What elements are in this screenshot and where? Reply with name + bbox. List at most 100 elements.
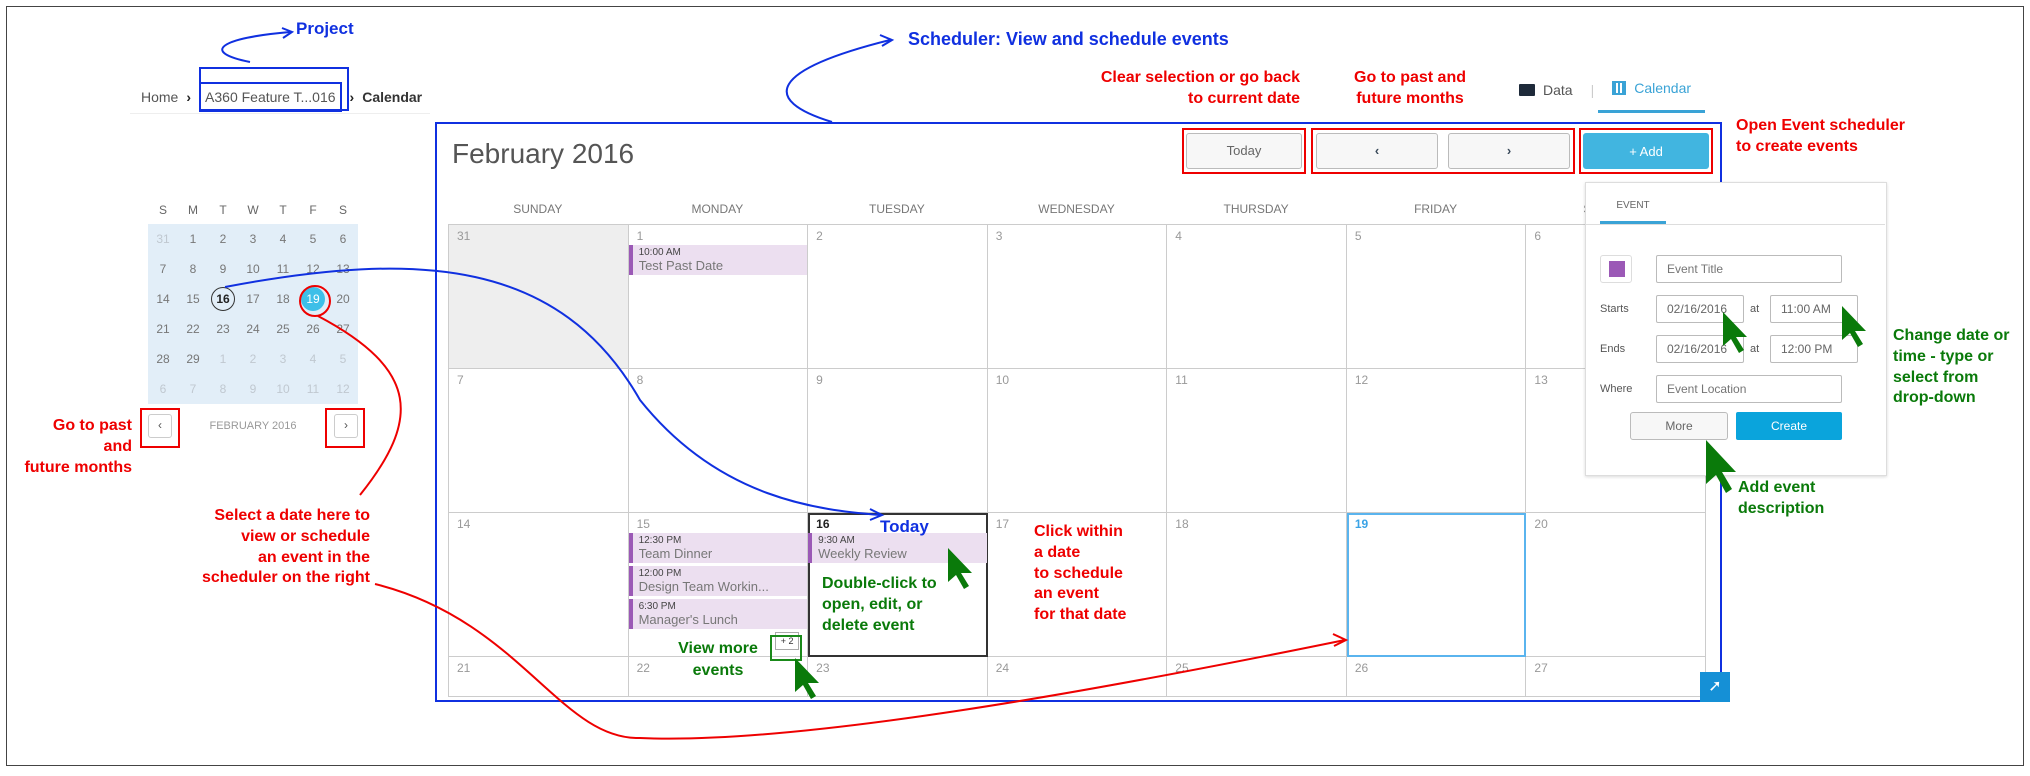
mini-day[interactable]: 6 [328,224,358,254]
event-item[interactable]: 10:00 AM Test Past Date [628,245,808,275]
mini-day[interactable]: 11 [268,254,298,284]
create-button[interactable]: Create [1736,412,1842,440]
mini-day[interactable]: 27 [328,314,358,344]
day-number: 3 [995,229,1003,243]
day-cell[interactable]: 4 [1167,225,1347,369]
mini-day[interactable]: 4 [268,224,298,254]
mini-day[interactable]: 29 [178,344,208,374]
mini-day[interactable]: 26 [298,314,328,344]
mini-day-today[interactable]: 16 [208,284,238,314]
help-widget-button[interactable]: ➚ [1700,672,1730,702]
mini-day-number: 10 [246,262,260,276]
day-cell[interactable]: 9 [808,369,988,513]
mini-day[interactable]: 1 [208,344,238,374]
mini-day[interactable]: 3 [238,224,268,254]
mini-day[interactable]: 14 [148,284,178,314]
mini-day[interactable]: 24 [238,314,268,344]
mini-day[interactable]: 10 [238,254,268,284]
mini-day[interactable]: 8 [208,374,238,404]
mini-day[interactable]: 9 [238,374,268,404]
mini-day[interactable]: 7 [178,374,208,404]
event-item[interactable]: 12:00 PM Design Team Workin... [628,566,808,596]
day-cell-selected[interactable]: 19 [1346,513,1527,657]
more-button[interactable]: More [1630,412,1728,440]
mini-day[interactable]: 17 [238,284,268,314]
mini-weekday: T [219,203,227,217]
day-number: 31 [457,229,471,243]
event-item[interactable]: 6:30 PM Manager's Lunch [628,599,808,629]
day-cell[interactable]: 15 12:30 PM Team Dinner 12:00 PM Design Team… [628,513,809,657]
day-cell[interactable]: 3 [987,225,1168,369]
month-grid: 31 1 10:00 AM Test Past Date 2 3 4 5 6 7 8 9 10 11 12 1… [448,224,1706,697]
mini-day[interactable]: 2 [238,344,268,374]
day-cell[interactable]: 11 [1167,369,1347,513]
mini-day[interactable]: 7 [148,254,178,284]
mini-day[interactable]: 12 [328,374,358,404]
day-cell[interactable]: 31 [449,225,629,369]
annotation-today: Today [880,517,929,536]
event-location-input[interactable] [1656,375,1842,403]
mini-day-selected[interactable]: 19 [298,284,328,314]
mini-day[interactable]: 5 [298,224,328,254]
mini-day[interactable]: 31 [148,224,178,254]
view-more-events-button[interactable]: + 2 [775,632,800,650]
mini-day[interactable]: 4 [298,344,328,374]
mini-day[interactable]: 11 [298,374,328,404]
day-cell[interactable]: 1 10:00 AM Test Past Date [628,225,809,369]
folder-icon [1519,83,1535,96]
month-title: February 2016 [452,138,635,169]
mini-day[interactable]: 25 [268,314,298,344]
mini-day[interactable]: 28 [148,344,178,374]
mini-day[interactable]: 12 [298,254,328,284]
mini-day[interactable]: 15 [178,284,208,314]
mini-day[interactable]: 23 [208,314,238,344]
day-cell[interactable]: 25 [1167,657,1347,697]
mini-calendar-weekdays: SMTWTFS [148,200,358,224]
mini-day[interactable]: 21 [148,314,178,344]
day-cell[interactable]: 10 [987,369,1168,513]
start-time-input[interactable] [1770,295,1858,323]
day-cell[interactable]: 26 [1346,657,1527,697]
day-cell[interactable]: 12 [1346,369,1527,513]
day-cell[interactable]: 21 [449,657,629,697]
mini-day[interactable]: 10 [268,374,298,404]
breadcrumb-home[interactable]: Home [141,89,178,105]
end-date-input[interactable] [1656,335,1744,363]
mini-day[interactable]: 8 [178,254,208,284]
day-cell[interactable]: 23 [808,657,988,697]
mini-day[interactable]: 5 [328,344,358,374]
day-cell[interactable]: 20 [1526,513,1706,657]
mini-day[interactable]: 9 [208,254,238,284]
day-cell[interactable]: 8 [628,369,809,513]
event-item[interactable]: 12:30 PM Team Dinner [628,533,808,563]
mini-day[interactable]: 1 [178,224,208,254]
mini-day[interactable]: 6 [148,374,178,404]
weekday-label: MONDAY [691,202,744,216]
day-cell[interactable]: 2 [808,225,988,369]
tab-calendar[interactable]: Calendar [1598,74,1706,113]
weekday-label: WEDNESDAY [1038,202,1115,216]
day-cell[interactable]: 7 [449,369,629,513]
mini-day[interactable]: 13 [328,254,358,284]
end-time-input[interactable] [1770,335,1858,363]
event-color-picker[interactable] [1600,255,1632,283]
day-cell[interactable]: 27 [1526,657,1706,697]
annotation-line: delete event [822,616,915,634]
breadcrumb-project[interactable]: A360 Feature T...016 [199,82,342,112]
tab-data[interactable]: Data [1505,76,1587,112]
annotation-line: a date [1034,543,1081,561]
mini-day[interactable]: 18 [268,284,298,314]
day-cell[interactable]: 24 [987,657,1168,697]
annotation-box-mini-next [325,408,365,448]
mini-day[interactable]: 20 [328,284,358,314]
mini-day[interactable]: 3 [268,344,298,374]
start-date-input[interactable] [1656,295,1744,323]
day-cell[interactable]: 14 [449,513,629,657]
mini-day[interactable]: 2 [208,224,238,254]
day-cell[interactable]: 5 [1346,225,1527,369]
mini-day[interactable]: 22 [178,314,208,344]
day-cell[interactable]: 18 [1167,513,1347,657]
day-number: 18 [1175,517,1189,531]
event-tab[interactable]: EVENT [1600,200,1666,224]
event-title-input[interactable] [1656,255,1842,283]
